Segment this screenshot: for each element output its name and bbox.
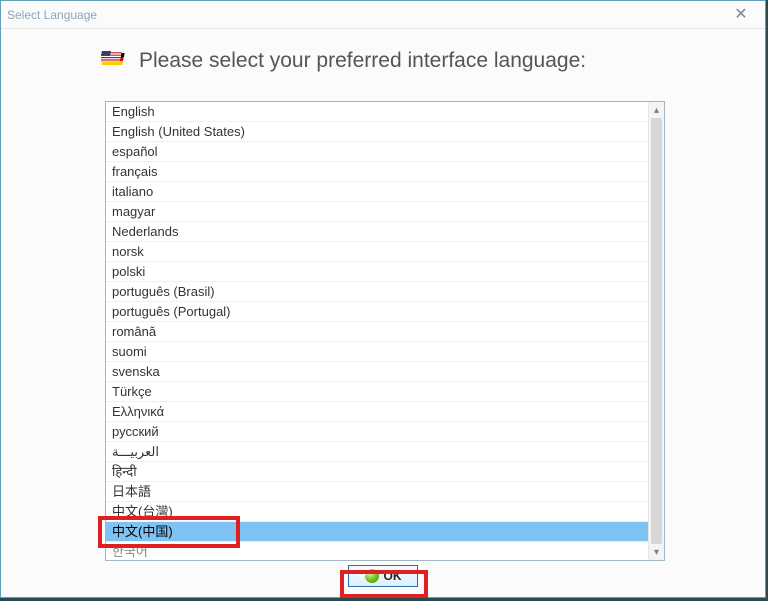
language-listbox[interactable]: EnglishEnglish (United States)españolfra… xyxy=(105,101,665,561)
ok-button[interactable]: OK xyxy=(348,565,418,587)
language-option[interactable]: العربيـــة xyxy=(106,442,649,462)
check-icon xyxy=(357,569,367,579)
header: Please select your preferred interface l… xyxy=(101,49,765,73)
language-option[interactable]: svenska xyxy=(106,362,649,382)
header-text: Please select your preferred interface l… xyxy=(139,49,586,73)
dialog-window: Select Language ✕ xyxy=(0,0,766,598)
language-option[interactable]: English (United States) xyxy=(106,122,649,142)
language-option[interactable]: português (Portugal) xyxy=(106,302,649,322)
language-option[interactable]: italiano xyxy=(106,182,649,202)
language-option[interactable]: português (Brasil) xyxy=(106,282,649,302)
language-option[interactable]: español xyxy=(106,142,649,162)
language-option[interactable]: norsk xyxy=(106,242,649,262)
language-option[interactable]: Nederlands xyxy=(106,222,649,242)
close-button[interactable]: ✕ xyxy=(723,2,759,28)
language-option[interactable]: Ελληνικά xyxy=(106,402,649,422)
scroll-up-arrow-icon[interactable]: ▴ xyxy=(649,102,664,118)
button-row: OK xyxy=(1,565,765,587)
scrollbar[interactable]: ▴ ▾ xyxy=(648,102,664,560)
scroll-down-arrow-icon[interactable]: ▾ xyxy=(649,544,664,560)
language-option[interactable]: 中文(中国) xyxy=(106,522,649,542)
language-option[interactable]: English xyxy=(106,102,649,122)
language-option[interactable]: polski xyxy=(106,262,649,282)
scroll-thumb[interactable] xyxy=(651,118,662,544)
language-option[interactable]: हिन्दी xyxy=(106,462,649,482)
language-option[interactable]: Türkçe xyxy=(106,382,649,402)
language-option[interactable]: magyar xyxy=(106,202,649,222)
language-option[interactable]: français xyxy=(106,162,649,182)
language-option[interactable]: 日本語 xyxy=(106,482,649,502)
ok-button-label: OK xyxy=(384,569,402,583)
language-option[interactable]: русский xyxy=(106,422,649,442)
language-option[interactable]: română xyxy=(106,322,649,342)
scroll-track[interactable] xyxy=(651,118,662,544)
language-option[interactable]: 한국어 xyxy=(106,542,649,560)
language-option[interactable]: 中文(台灣) xyxy=(106,502,649,522)
language-option[interactable]: suomi xyxy=(106,342,649,362)
flags-icon xyxy=(101,51,129,71)
window-title: Select Language xyxy=(7,8,97,22)
titlebar: Select Language ✕ xyxy=(1,1,765,29)
